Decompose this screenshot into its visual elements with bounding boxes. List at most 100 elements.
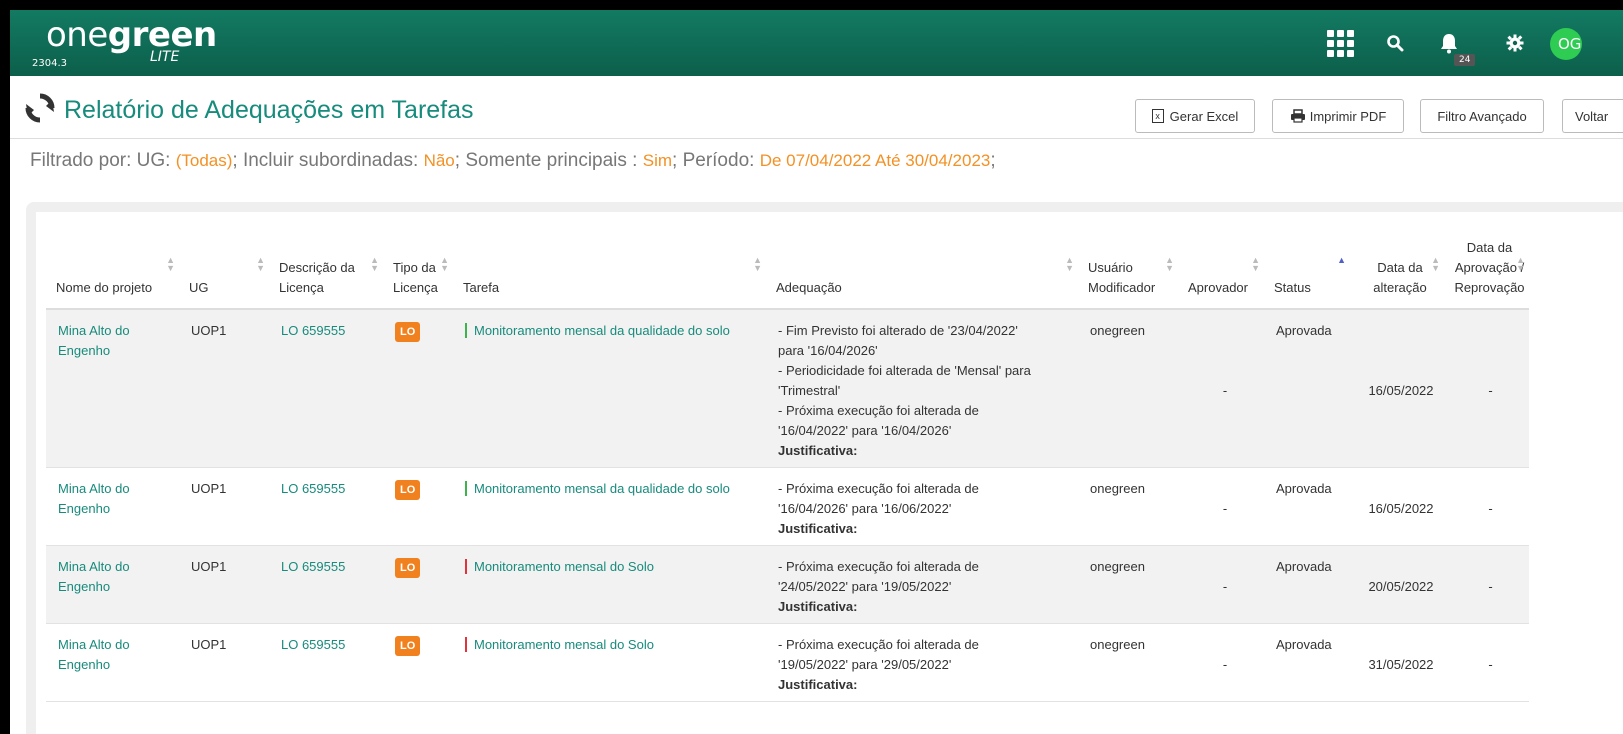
license-type-badge: LO — [395, 558, 421, 578]
sort-asc-icon: ▲ — [1337, 255, 1346, 265]
col-header-adequacao[interactable]: Adequação ▲ ▼ — [766, 232, 1078, 310]
task-link[interactable]: Monitoramento mensal do Solo — [465, 637, 654, 652]
cell-tarefa[interactable]: Monitoramento mensal da qualidade do sol… — [453, 467, 766, 546]
license-link[interactable]: LO 659555 — [281, 481, 345, 496]
cell-status: Aprovada — [1264, 545, 1350, 624]
cell-data-alteracao: 20/05/2022 — [1350, 545, 1444, 624]
justificativa-label: Justificativa: — [778, 443, 858, 458]
cell-descricao[interactable]: LO 659555 — [269, 623, 383, 702]
cell-tarefa[interactable]: Monitoramento mensal do Solo — [453, 623, 766, 702]
project-name-line: Mina Alto do — [58, 637, 130, 652]
cell-projeto[interactable]: Mina Alto do Engenho — [46, 309, 179, 468]
logo-lite-label: LITE — [150, 49, 180, 65]
project-name-line: Engenho — [58, 343, 111, 358]
project-link[interactable]: Mina Alto do Engenho — [58, 637, 130, 672]
cell-aprovador: - — [1178, 545, 1264, 624]
cell-data-aprovacao: - — [1444, 545, 1529, 624]
cell-projeto[interactable]: Mina Alto do Engenho — [46, 467, 179, 546]
table-row: Mina Alto do Engenho UOP1 LO 659555 LO Monito… — [46, 545, 1529, 624]
search-icon[interactable] — [1380, 10, 1410, 76]
col-header-label: Licença — [393, 280, 438, 295]
license-link[interactable]: LO 659555 — [281, 559, 345, 574]
back-button[interactable]: Voltar — [1562, 99, 1623, 133]
col-header-label: Descrição da — [279, 260, 355, 275]
sort-icon: ▲ ▼ — [166, 255, 175, 273]
print-pdf-button[interactable]: Imprimir PDF — [1272, 99, 1404, 133]
cell-descricao[interactable]: LO 659555 — [269, 545, 383, 624]
cell-tipo: LO — [383, 545, 453, 624]
sort-icon: ▲ ▼ — [1251, 255, 1260, 273]
cell-adequacao: - Próxima execução foi alterada de '16/04… — [766, 467, 1078, 546]
justificativa-label: Justificativa: — [778, 599, 858, 614]
filter-end: ; — [990, 150, 996, 171]
adequacao-line: '19/05/2022' para '29/05/2022' — [778, 657, 952, 672]
adequacao-line: '24/05/2022' para '19/05/2022' — [778, 579, 952, 594]
cell-descricao[interactable]: LO 659555 — [269, 467, 383, 546]
cell-projeto[interactable]: Mina Alto do Engenho — [46, 623, 179, 702]
cell-status: Aprovada — [1264, 467, 1350, 546]
sort-icon: ▲ ▼ — [1516, 255, 1525, 273]
version-label: 2304.3 — [32, 58, 67, 69]
project-name-line: Engenho — [58, 501, 111, 516]
page-header: Relatório de Adequações em Tarefas x Ger… — [10, 76, 1623, 139]
col-header-usuario[interactable]: Usuário Modificador ▲ ▼ — [1078, 232, 1178, 310]
col-header-label: Modificador — [1088, 280, 1156, 295]
col-header-label: alteração — [1373, 280, 1427, 295]
back-label: Voltar — [1575, 108, 1609, 124]
export-excel-button[interactable]: x Gerar Excel — [1135, 99, 1255, 133]
report-table: Nome do projeto ▲ ▼ UG ▲ ▼ Descrição da Licen… — [46, 232, 1529, 702]
cell-adequacao: - Próxima execução foi alterada de '19/05… — [766, 623, 1078, 702]
col-header-status[interactable]: Status ▲ — [1264, 232, 1350, 310]
task-link[interactable]: Monitoramento mensal da qualidade do sol… — [465, 323, 730, 338]
col-header-tipo[interactable]: Tipo da Licença ▲ ▼ — [383, 232, 453, 310]
col-header-label: Aprovador — [1188, 280, 1248, 295]
col-header-projeto[interactable]: Nome do projeto ▲ ▼ — [46, 232, 179, 310]
project-link[interactable]: Mina Alto do Engenho — [58, 481, 130, 516]
justificativa-label: Justificativa: — [778, 677, 858, 692]
col-header-data-alteracao[interactable]: Data da alteração ▲ ▼ — [1350, 232, 1444, 310]
table-row: Mina Alto do Engenho UOP1 LO 659555 LO Monito… — [46, 623, 1529, 702]
table-body: Mina Alto do Engenho UOP1 LO 659555 LO Monito… — [46, 309, 1529, 702]
page-title: Relatório de Adequações em Tarefas — [64, 96, 474, 124]
project-link[interactable]: Mina Alto do Engenho — [58, 559, 130, 594]
table-row: Mina Alto do Engenho UOP1 LO 659555 LO Monito… — [46, 467, 1529, 546]
license-link[interactable]: LO 659555 — [281, 637, 345, 652]
cell-descricao[interactable]: LO 659555 — [269, 309, 383, 468]
col-header-label: Tipo da — [393, 260, 436, 275]
notification-count-badge: 24 — [1454, 54, 1476, 66]
cell-adequacao: - Fim Previsto foi alterado de '23/04/20… — [766, 309, 1078, 468]
license-link[interactable]: LO 659555 — [281, 323, 345, 338]
col-header-ug[interactable]: UG ▲ ▼ — [179, 232, 269, 310]
col-header-descricao[interactable]: Descrição da Licença ▲ ▼ — [269, 232, 383, 310]
col-header-label: Status — [1274, 280, 1311, 295]
adequacao-line: - Próxima execução foi alterada de — [778, 559, 979, 574]
col-header-label: Adequação — [776, 280, 842, 295]
task-link[interactable]: Monitoramento mensal da qualidade do sol… — [465, 481, 730, 496]
cell-projeto[interactable]: Mina Alto do Engenho — [46, 545, 179, 624]
user-avatar[interactable]: OG — [1550, 28, 1582, 60]
cell-aprovador: - — [1178, 309, 1264, 468]
cell-ug: UOP1 — [179, 467, 269, 546]
project-name-line: Mina Alto do — [58, 323, 130, 338]
cell-status: Aprovada — [1264, 309, 1350, 468]
gear-icon[interactable] — [1500, 10, 1530, 76]
table-header-row: Nome do projeto ▲ ▼ UG ▲ ▼ Descrição da Licen… — [46, 232, 1529, 310]
task-link[interactable]: Monitoramento mensal do Solo — [465, 559, 654, 574]
filter-main-label: ; Somente principais : — [454, 150, 643, 171]
cell-tarefa[interactable]: Monitoramento mensal do Solo — [453, 545, 766, 624]
adequacao-line: - Periodicidade foi alterada de 'Mensal'… — [778, 363, 1031, 378]
sort-icon: ▲ ▼ — [753, 255, 762, 273]
project-link[interactable]: Mina Alto do Engenho — [58, 323, 130, 358]
apps-grid-icon[interactable] — [1320, 10, 1360, 76]
bell-icon[interactable] — [1434, 10, 1464, 76]
col-header-aprovador[interactable]: Aprovador ▲ ▼ — [1178, 232, 1264, 310]
cell-tarefa[interactable]: Monitoramento mensal da qualidade do sol… — [453, 309, 766, 468]
project-name-line: Engenho — [58, 579, 111, 594]
filter-sub-label: ; Incluir subordinadas: — [232, 150, 424, 171]
onegreen-logo[interactable]: onegreen — [46, 18, 217, 52]
refresh-icon[interactable] — [24, 92, 56, 128]
sort-icon: ▲ ▼ — [370, 255, 379, 273]
col-header-data-aprovacao[interactable]: Data da Aprovação / Reprovação ▲ ▼ — [1444, 232, 1529, 310]
advanced-filter-button[interactable]: Filtro Avançado — [1420, 99, 1544, 133]
col-header-tarefa[interactable]: Tarefa ▲ ▼ — [453, 232, 766, 310]
